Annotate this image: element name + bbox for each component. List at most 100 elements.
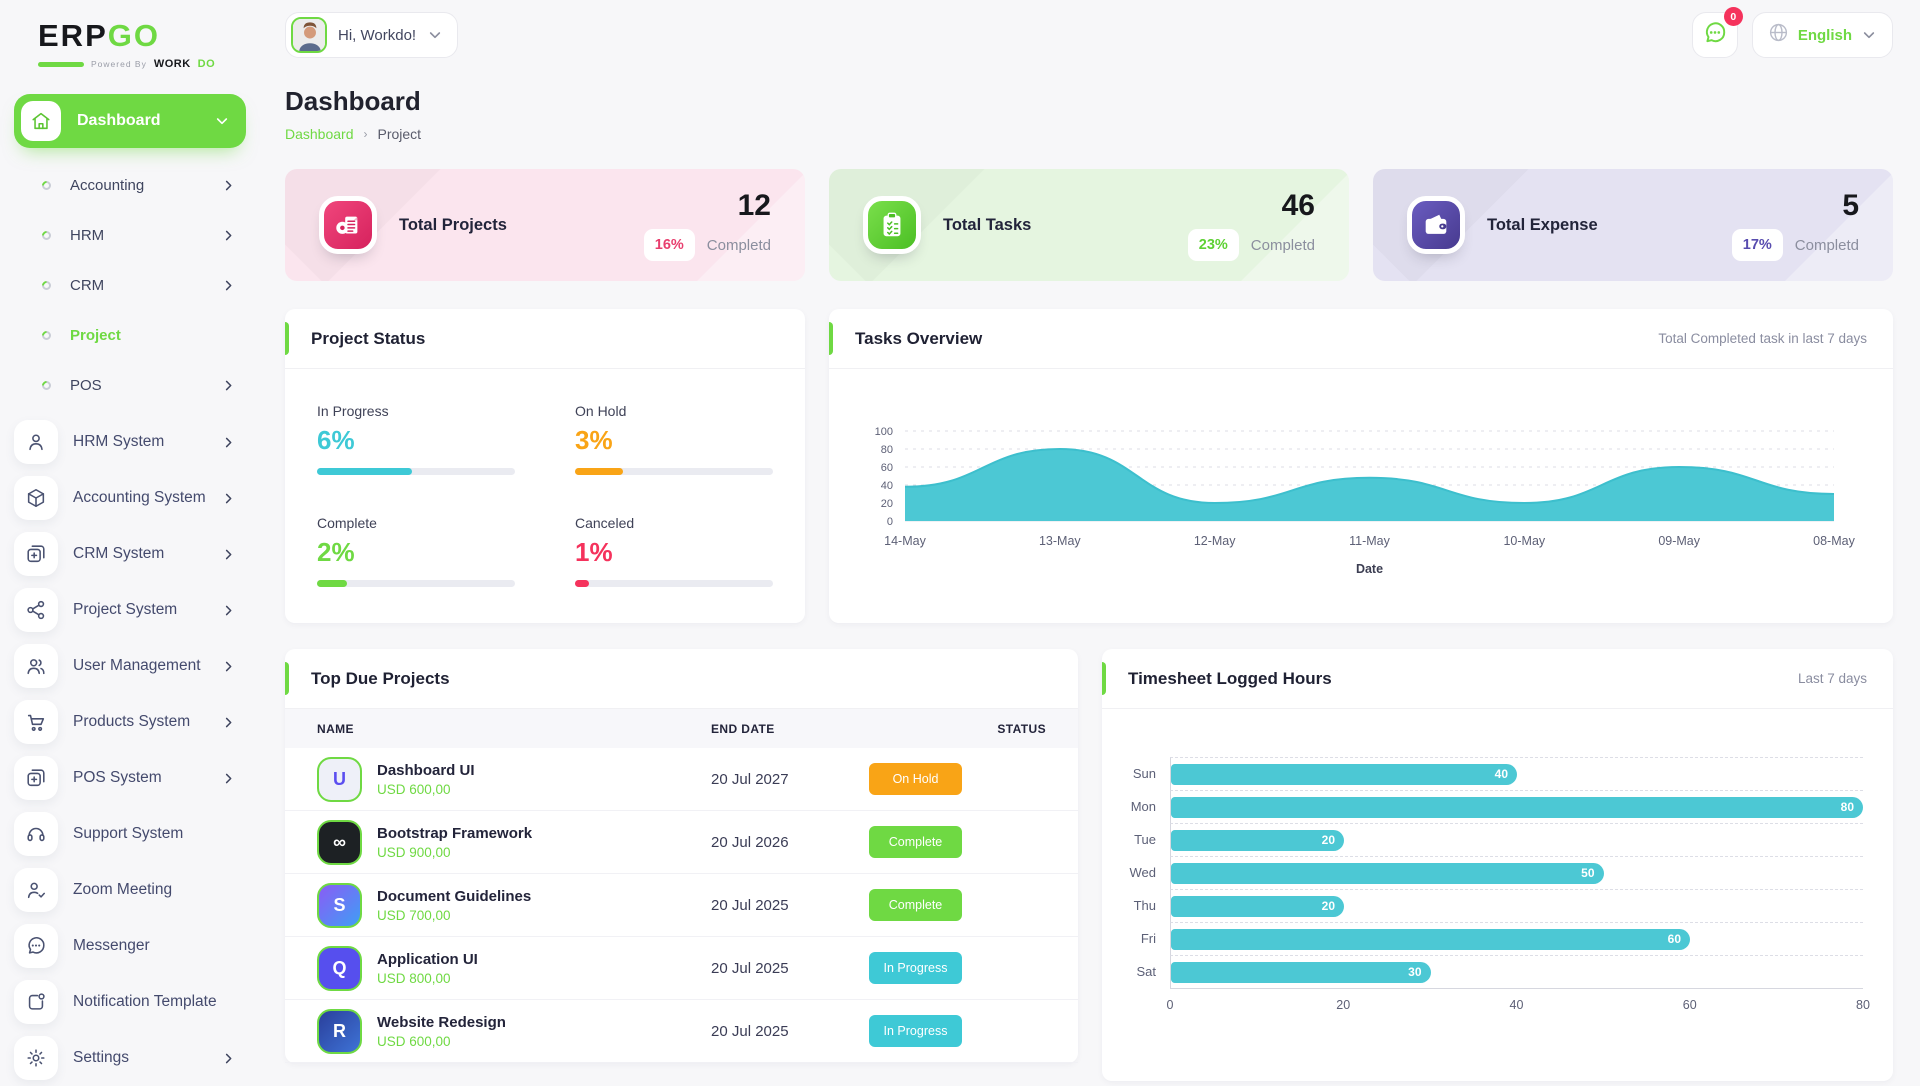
workdo-brand-text-green: DO [198, 58, 216, 70]
project-amount: USD 900,00 [377, 845, 532, 860]
user-icon [14, 420, 58, 464]
bar-category-label: Sat [1118, 964, 1170, 979]
bar-value-label: 60 [1668, 932, 1681, 946]
project-avatar: U [317, 757, 362, 802]
globe-icon [1768, 22, 1789, 48]
table-row[interactable]: ∞Bootstrap FrameworkUSD 900,0020 Jul 202… [285, 811, 1078, 874]
sidebar-item-accounting[interactable]: Accounting [14, 160, 246, 210]
sidebar-item-hrm[interactable]: HRM [14, 210, 246, 260]
chevron-right-icon [221, 715, 236, 730]
sidebar-item-crm[interactable]: CRM [14, 260, 246, 310]
chevron-right-icon [221, 491, 236, 506]
bullet-icon [40, 279, 53, 292]
breadcrumb-dashboard-link[interactable]: Dashboard [285, 126, 354, 142]
bar-value-label: 30 [1408, 965, 1421, 979]
table-row[interactable]: QApplication UIUSD 800,0020 Jul 2025In P… [285, 937, 1078, 1000]
y-axis-tick: 0 [887, 516, 893, 528]
x-axis-label: 14-May [884, 534, 926, 548]
stat-card-total-projects: Total Projects1216%Completd [285, 169, 805, 281]
table-row[interactable]: UDashboard UIUSD 600,0020 Jul 2027On Hol… [285, 748, 1078, 811]
sidebar-item-project[interactable]: Project [14, 310, 246, 360]
user-check-icon [14, 868, 58, 912]
timesheet-card: Timesheet Logged Hours Last 7 days Sun40… [1102, 649, 1893, 1081]
table-row[interactable]: RWebsite RedesignUSD 600,0020 Jul 2025In… [285, 1000, 1078, 1063]
avatar [291, 17, 327, 53]
sidebar-item-support-system[interactable]: Support System [14, 806, 246, 862]
table-header: NAME END DATE STATUS [285, 709, 1078, 748]
stat-card-total-expense: Total Expense517%Completd [1373, 169, 1893, 281]
bar: 80 [1171, 797, 1863, 818]
top-due-projects-card: Top Due Projects NAME END DATE STATUS UD… [285, 649, 1078, 1063]
sidebar-item-accounting-system[interactable]: Accounting System [14, 470, 246, 526]
status-item-in-progress: In Progress6% [317, 403, 515, 475]
project-avatar: ∞ [317, 820, 362, 865]
bar-row: 50 [1170, 856, 1863, 889]
project-avatar: Q [317, 946, 362, 991]
sidebar-item-pos-system[interactable]: POS System [14, 750, 246, 806]
erpgo-logo: ERPGO Powered By WORKDO [14, 14, 246, 70]
bar: 20 [1171, 830, 1344, 851]
sidebar-item-pos[interactable]: POS [14, 360, 246, 410]
sidebar-item-notification-template[interactable]: Notification Template [14, 974, 246, 1030]
chevron-right-icon [221, 771, 236, 786]
logo-underline [38, 62, 84, 67]
chevron-right-icon [221, 178, 236, 193]
chevron-right-icon [221, 228, 236, 243]
project-avatar: R [317, 1009, 362, 1054]
sidebar-item-project-system[interactable]: Project System [14, 582, 246, 638]
language-selector[interactable]: English [1752, 12, 1893, 58]
stat-percent-badge: 16% [644, 229, 695, 261]
sidebar-item-crm-system[interactable]: CRM System [14, 526, 246, 582]
project-amount: USD 800,00 [377, 971, 478, 986]
breadcrumb-current: Project [378, 126, 422, 142]
workdo-brand-text: WORK [154, 58, 191, 70]
gear-icon [14, 1036, 58, 1080]
bullet-icon [40, 179, 53, 192]
sidebar-item-dashboard[interactable]: Dashboard [14, 94, 246, 148]
timesheet-chart: Sun40Mon80Tue20Wed50Thu20Fri60Sat3002040… [1102, 709, 1893, 1015]
projects-icon [319, 196, 377, 254]
bar-row: 80 [1170, 790, 1863, 823]
progress-bar [575, 580, 773, 587]
sidebar-dashboard-label: Dashboard [77, 112, 161, 130]
powered-by-label: Powered By [91, 59, 147, 69]
status-badge: Complete [869, 826, 962, 858]
status-badge: On Hold [869, 763, 962, 795]
sidebar-item-settings[interactable]: Settings [14, 1030, 246, 1086]
notification-count-badge: 0 [1724, 7, 1743, 26]
stat-card-total-tasks: Total Tasks4623%Completd [829, 169, 1349, 281]
chevron-down-icon [1861, 27, 1877, 43]
sidebar-item-user-management[interactable]: User Management [14, 638, 246, 694]
progress-bar [575, 468, 773, 475]
bar: 20 [1171, 896, 1344, 917]
window-icon [14, 756, 58, 800]
sidebar-item-zoom-meeting[interactable]: Zoom Meeting [14, 862, 246, 918]
chevron-right-icon [221, 435, 236, 450]
x-axis-tick: 0 [1167, 998, 1174, 1012]
x-axis-label: 08-May [1813, 534, 1855, 548]
bar: 30 [1171, 962, 1431, 983]
sidebar-item-messenger[interactable]: Messenger [14, 918, 246, 974]
y-axis-tick: 80 [881, 444, 893, 456]
sidebar-item-hrm-system[interactable]: HRM System [14, 414, 246, 470]
status-badge: In Progress [869, 1015, 962, 1047]
project-status-card: Project Status In Progress6%On Hold3%Com… [285, 309, 805, 623]
y-axis-tick: 20 [881, 498, 893, 510]
top-due-projects-title: Top Due Projects [311, 669, 450, 689]
x-axis-tick: 60 [1683, 998, 1697, 1012]
notifications-button[interactable]: 0 [1692, 12, 1738, 58]
chevron-right-icon [221, 378, 236, 393]
project-end-date: 20 Jul 2025 [711, 1023, 869, 1040]
chat-icon [14, 924, 58, 968]
table-body: UDashboard UIUSD 600,0020 Jul 2027On Hol… [285, 748, 1078, 1063]
column-header-end-date: END DATE [711, 722, 869, 736]
bar-row: 30 [1170, 955, 1863, 988]
progress-bar [317, 468, 515, 475]
table-row[interactable]: SDocument GuidelinesUSD 700,0020 Jul 202… [285, 874, 1078, 937]
user-menu-button[interactable]: Hi, Workdo! [285, 12, 458, 58]
box-icon [14, 476, 58, 520]
status-percent: 1% [575, 537, 773, 568]
bar-category-label: Fri [1118, 931, 1170, 946]
sidebar-item-products-system[interactable]: Products System [14, 694, 246, 750]
bar-category-label: Thu [1118, 898, 1170, 913]
